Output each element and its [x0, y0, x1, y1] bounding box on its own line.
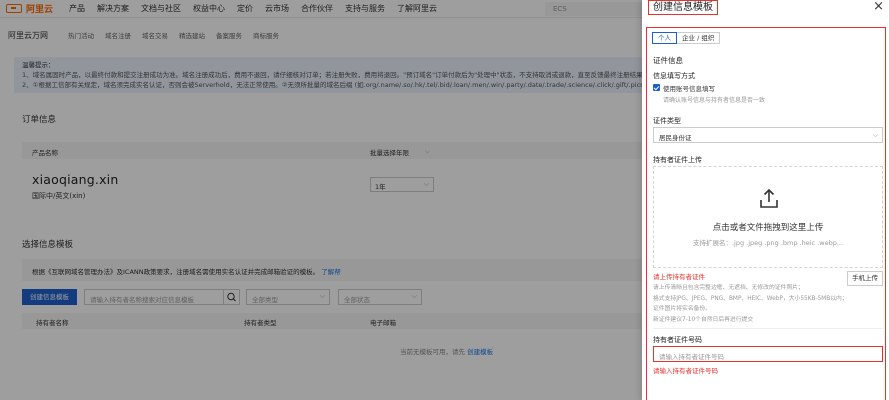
fill-method-label: 信息填写方式 — [653, 72, 695, 80]
upload-rule: 证件图片将实名备份。 — [653, 306, 711, 312]
tab-personal[interactable]: 个人 — [652, 32, 677, 44]
use-account-label[interactable]: 使用账号信息填写 — [663, 83, 715, 93]
phone-upload-button[interactable]: 手机上传 — [847, 271, 883, 286]
cert-number-input[interactable]: 请输入持有者证件号码 — [653, 346, 883, 362]
drawer-title: 创建信息模板 — [648, 0, 718, 15]
holder-cert-upload-label: 持有者证件上传 — [653, 156, 702, 164]
cert-upload-dropzone[interactable]: 点击或者文件拖拽到这里上传 支持扩展名：.jpg .jpeg .png .bmp… — [653, 166, 883, 268]
upload-rule: 请上传清晰且包含完整边框、无遮挡、无修改的证件照片； — [653, 285, 804, 291]
close-icon[interactable]: × — [873, 0, 884, 14]
upload-rule: 新证件建议7-10个自然日后再进行提交 — [653, 316, 754, 323]
upload-icon — [760, 188, 778, 208]
upload-rules: 请上传清晰且包含完整边框、无遮挡、无修改的证件照片； 格式支持JPG、JPEG、… — [653, 283, 848, 325]
holder-cert-no-label: 持有者证件号码 — [653, 336, 702, 344]
modal-backdrop[interactable] — [0, 0, 642, 400]
cert-type-select[interactable]: 居民身份证 ⌵ — [653, 127, 883, 143]
tab-organization[interactable]: 企业 / 组织 — [677, 32, 721, 44]
upload-main-text: 点击或者文件拖拽到这里上传 — [712, 223, 824, 233]
upload-rule: 格式支持JPG、JPEG、PNG、BMP、HEIC、WebP，大小55KB-5M… — [653, 295, 848, 302]
use-account-hint: 请确认账号信息与持有者信息是否一致 — [663, 97, 766, 104]
cert-number-error: 请输入持有者证件号码 — [653, 367, 718, 375]
use-account-checkbox[interactable] — [653, 84, 660, 91]
upload-error-message: 请上传持有者证件 — [653, 273, 705, 281]
chevron-down-icon: ⌵ — [872, 131, 878, 139]
create-template-drawer: 创建信息模板 × 个人 企业 / 组织 证件信息 信息填写方式 使用账号信息填写… — [642, 0, 889, 400]
cert-info-heading: 证件信息 — [653, 56, 683, 65]
holder-type-tabs: 个人 企业 / 组织 — [652, 32, 721, 44]
upload-extensions-hint: 支持扩展名：.jpg .jpeg .png .bmp .heic .webp..… — [692, 239, 844, 247]
divider — [653, 328, 883, 329]
cert-type-value: 居民身份证 — [659, 134, 692, 142]
cert-type-label: 证件类型 — [653, 117, 681, 125]
